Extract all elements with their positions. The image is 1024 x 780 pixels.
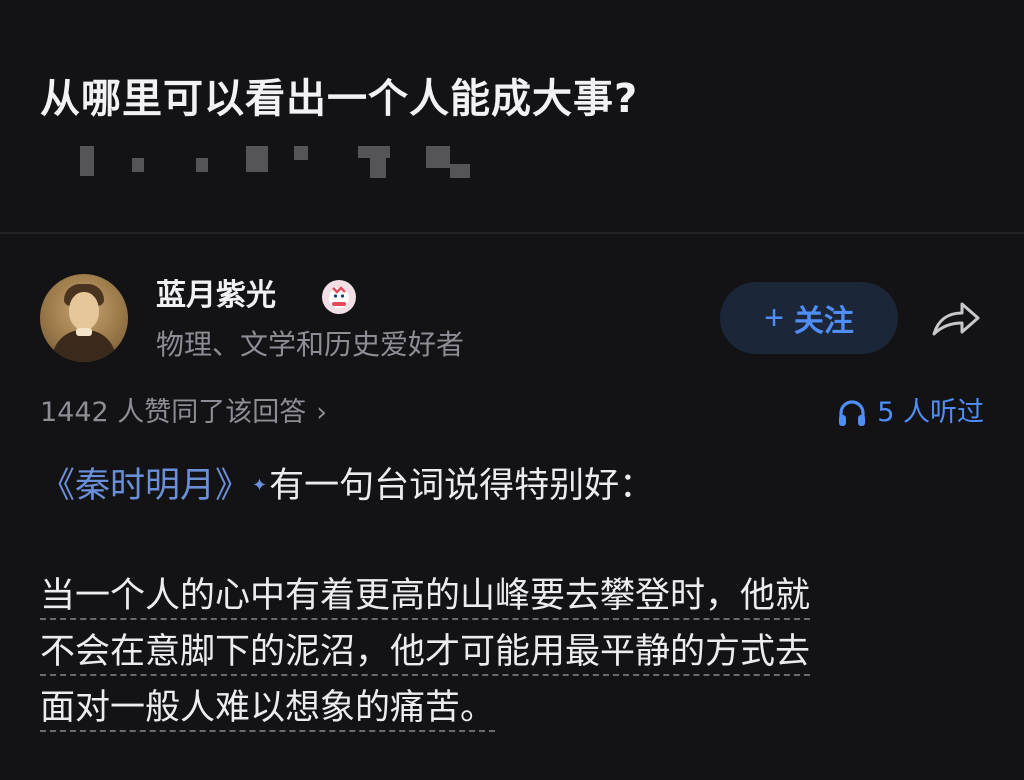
section-divider bbox=[0, 232, 1024, 234]
question-title[interactable]: 从哪里可以看出一个人能成大事? bbox=[40, 70, 984, 128]
share-arrow-icon[interactable] bbox=[928, 296, 984, 340]
intro-paragraph: 《秦时明月》 ✦有一句台词说得特别好： bbox=[40, 458, 984, 514]
follow-button[interactable]: + 关注 bbox=[720, 282, 898, 354]
author-name[interactable]: 蓝月紫光 bbox=[156, 274, 276, 318]
quote-line[interactable]: 面对一般人难以想象的痛苦。 bbox=[40, 688, 496, 732]
sparkle-icon: ✦ bbox=[252, 475, 268, 496]
intro-text: 有一句台词说得特别好： bbox=[269, 466, 655, 506]
upvote-count-link[interactable]: 1442 人赞同了该回答 › bbox=[40, 390, 327, 436]
quote-line[interactable]: 不会在意脚下的泥沼，他才可能用最平静的方式去 bbox=[40, 632, 811, 676]
author-row: 蓝月紫光 物理、文学和历史爱好者 + 关注 bbox=[40, 272, 984, 364]
headphones-icon bbox=[839, 400, 866, 426]
upvote-count: 1442 人赞同了该回答 bbox=[40, 397, 307, 428]
listened-count[interactable]: 5 人听过 bbox=[837, 390, 984, 436]
quote-line[interactable]: 当一个人的心中有着更高的山峰要去攀登时，他就 bbox=[40, 576, 811, 620]
blurred-subtitle bbox=[40, 142, 984, 178]
chevron-right-icon: › bbox=[316, 397, 328, 428]
follow-label: 关注 bbox=[793, 305, 854, 338]
answer-content: 《秦时明月》 ✦有一句台词说得特别好： 当一个人的心中有着更高的山峰要去攀登时，他… bbox=[40, 458, 984, 736]
question-header: 从哪里可以看出一个人能成大事? bbox=[0, 0, 1024, 178]
book-title-link[interactable]: 《秦时明月》 bbox=[40, 466, 250, 506]
author-bio: 物理、文学和历史爱好者 bbox=[156, 328, 465, 361]
quote-paragraph: 当一个人的心中有着更高的山峰要去攀登时，他就 不会在意脚下的泥沼，他才可能用最平… bbox=[40, 568, 984, 736]
plus-icon: + bbox=[764, 298, 784, 337]
answer-meta: 1442 人赞同了该回答 › 5 人听过 bbox=[40, 390, 984, 436]
mascot-badge-icon[interactable] bbox=[322, 280, 356, 314]
avatar[interactable] bbox=[40, 274, 128, 362]
listened-label: 5 人听过 bbox=[877, 397, 984, 428]
